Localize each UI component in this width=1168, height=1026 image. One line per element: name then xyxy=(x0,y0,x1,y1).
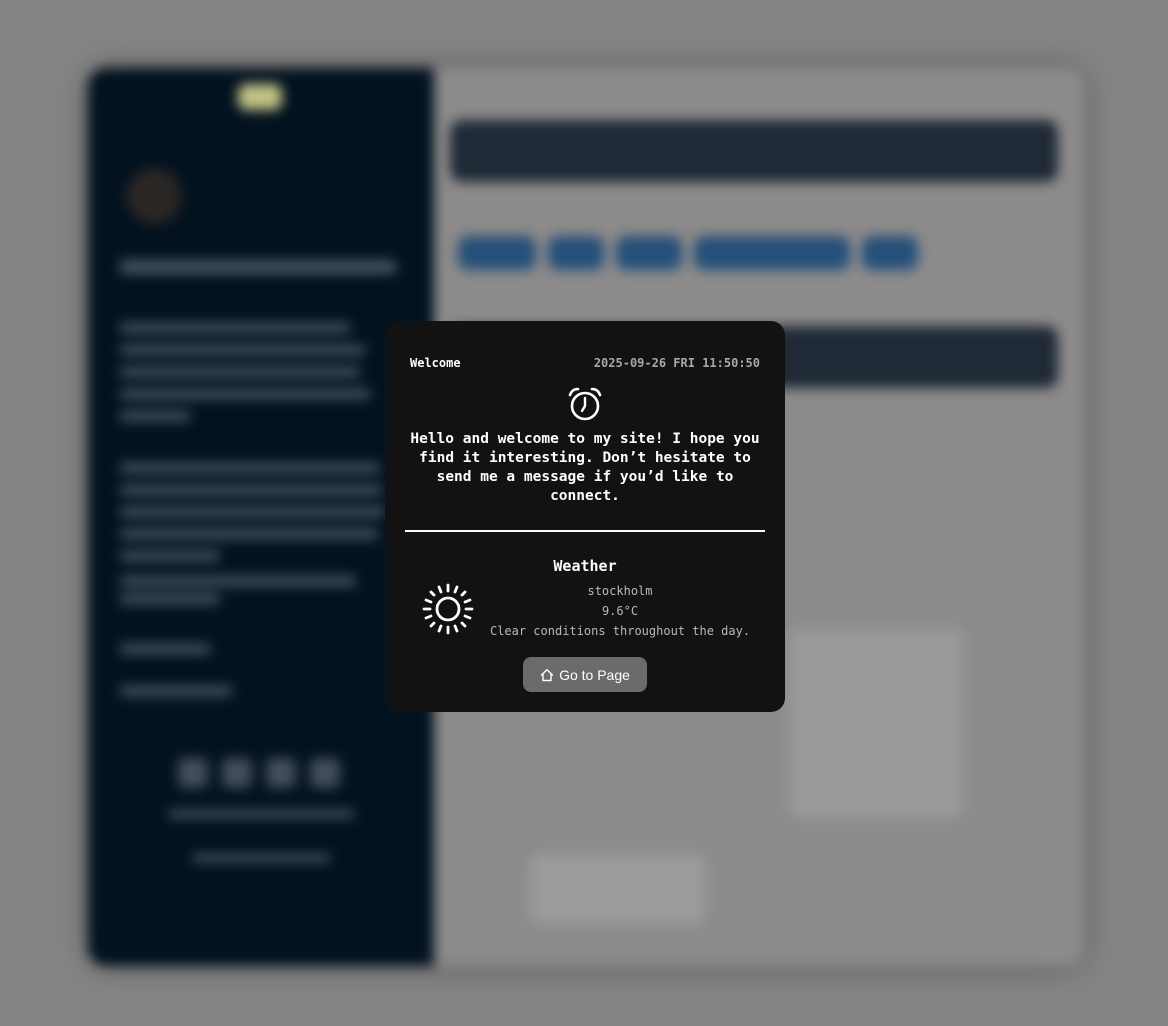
background-text-line xyxy=(120,529,378,539)
modal-datetime: 2025-09-26 FRI 11:50:50 xyxy=(593,356,760,370)
background-card xyxy=(788,628,964,818)
background-tag xyxy=(694,236,850,270)
background-search-bar xyxy=(450,120,1058,182)
welcome-message: Hello and welcome to my site! I hope you… xyxy=(410,431,760,504)
background-text-line xyxy=(120,463,380,473)
background-text-line xyxy=(120,551,220,561)
background-text-line xyxy=(120,485,382,495)
go-to-page-button[interactable]: Go to Page xyxy=(523,657,647,692)
weather-city: stockholm xyxy=(587,584,653,598)
background-sidebar xyxy=(88,68,434,966)
background-text-line xyxy=(120,323,350,333)
home-icon xyxy=(540,668,554,681)
background-text-line xyxy=(120,411,190,421)
alarm-clock-icon xyxy=(568,387,602,421)
background-social-icon xyxy=(222,758,252,788)
welcome-modal: Welcome 2025-09-26 FRI 11:50:50 Hello an… xyxy=(385,321,785,712)
background-text-line xyxy=(120,367,360,377)
background-social-icon xyxy=(310,758,340,788)
go-to-page-label: Go to Page xyxy=(559,666,630,683)
background-text-line xyxy=(120,389,370,399)
modal-header: Welcome 2025-09-26 FRI 11:50:50 xyxy=(410,354,760,372)
background-social-icon xyxy=(178,758,208,788)
weather-description: Clear conditions throughout the day. xyxy=(489,624,751,638)
background-logo xyxy=(238,84,282,110)
background-text-line xyxy=(120,594,220,604)
background-text-line xyxy=(120,576,356,586)
background-tag xyxy=(862,236,918,270)
background-tag xyxy=(616,236,682,270)
background-text-line xyxy=(120,345,365,355)
weather-info: stockholm 9.6°C Clear conditions through… xyxy=(485,581,755,641)
modal-title: Welcome xyxy=(410,356,461,370)
background-tag xyxy=(458,236,536,270)
weather-temperature: 9.6°C xyxy=(601,604,639,618)
background-card xyxy=(530,854,706,924)
background-heading xyxy=(120,260,396,274)
divider xyxy=(405,530,765,532)
background-avatar xyxy=(126,168,182,224)
weather-title: Weather xyxy=(553,557,617,575)
background-social-icon xyxy=(266,758,296,788)
background-link xyxy=(120,686,232,696)
background-link xyxy=(120,644,210,654)
sun-icon xyxy=(422,583,474,635)
background-footer-line xyxy=(192,854,330,862)
background-text-line xyxy=(120,507,385,517)
background-tag xyxy=(548,236,604,270)
background-footer-line xyxy=(168,810,354,818)
